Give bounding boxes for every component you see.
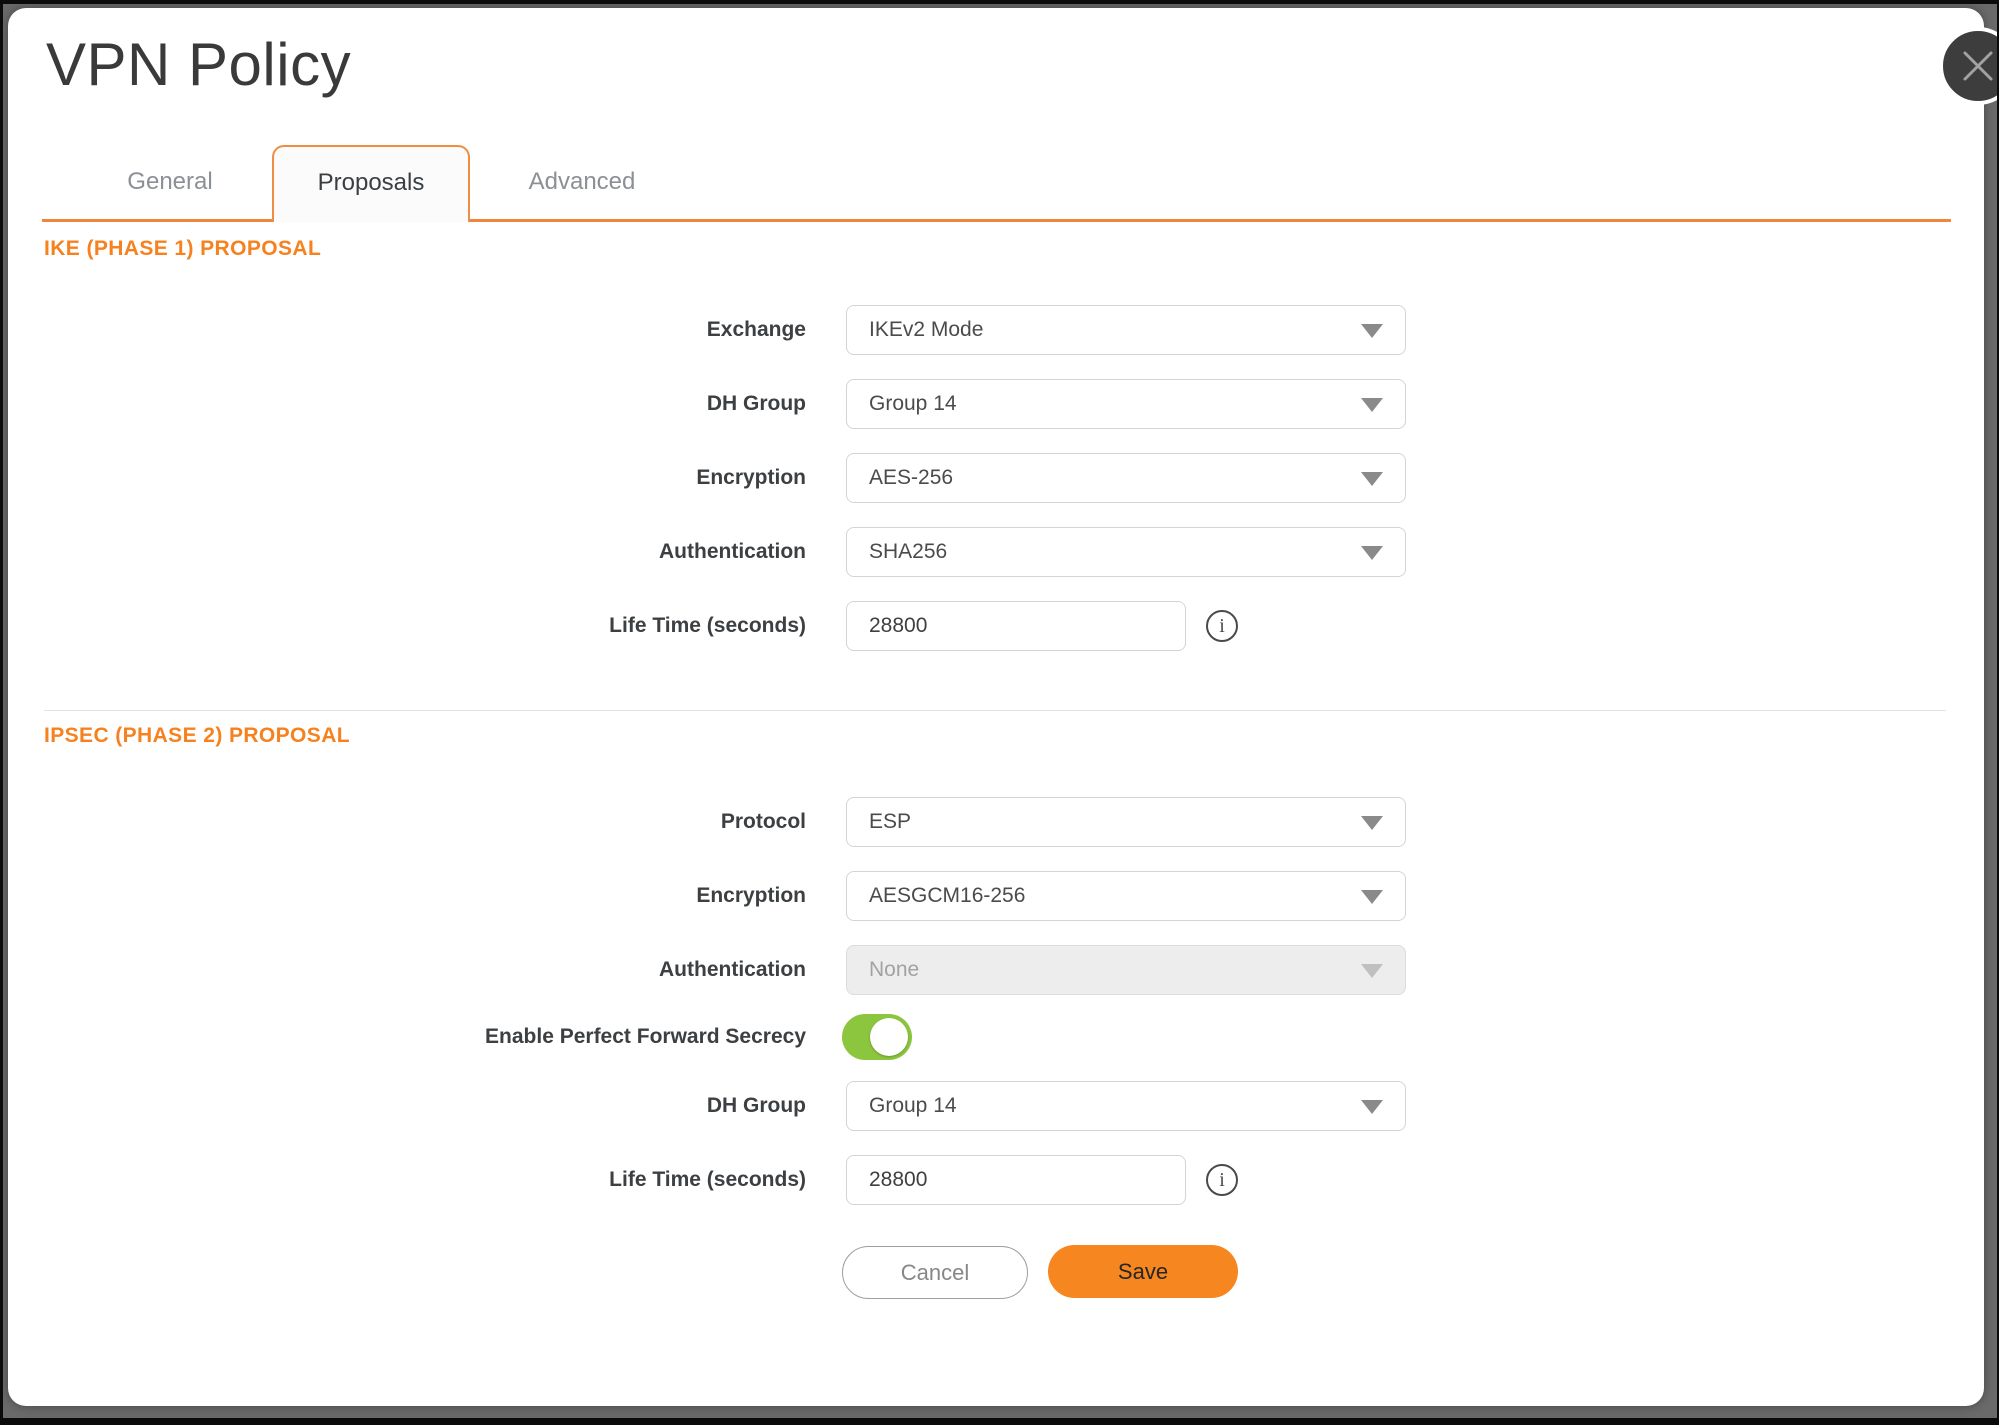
life-time2-row: Life Time (seconds) i <box>8 1155 1984 1205</box>
info-icon-glyph: i <box>1219 1170 1225 1190</box>
screen-edge-top <box>0 0 1999 4</box>
protocol-value: ESP <box>869 810 911 834</box>
dh-group2-select[interactable]: Group 14 <box>846 1081 1406 1131</box>
section-divider <box>44 710 1946 711</box>
chevron-down-icon <box>1361 398 1383 412</box>
life-time-input[interactable] <box>846 601 1186 651</box>
phase1-section-heading: IKE (PHASE 1) PROPOSAL <box>44 237 321 261</box>
save-button[interactable]: Save <box>1048 1245 1238 1298</box>
encryption-label: Encryption <box>236 453 806 503</box>
protocol-label: Protocol <box>236 797 806 847</box>
dh-group2-row: DH Group Group 14 <box>8 1081 1984 1131</box>
page-title: VPN Policy <box>46 30 351 99</box>
authentication2-select-disabled: None <box>846 945 1406 995</box>
encryption2-select[interactable]: AESGCM16-256 <box>846 871 1406 921</box>
authentication-select[interactable]: SHA256 <box>846 527 1406 577</box>
cancel-button[interactable]: Cancel <box>842 1246 1028 1299</box>
dh-group-select[interactable]: Group 14 <box>846 379 1406 429</box>
life-time-label: Life Time (seconds) <box>236 601 806 651</box>
dh-group-row: DH Group Group 14 <box>8 379 1984 429</box>
exchange-row: Exchange IKEv2 Mode <box>8 305 1984 355</box>
vpn-policy-dialog: VPN Policy General Proposals Advanced IK… <box>8 8 1984 1406</box>
exchange-select[interactable]: IKEv2 Mode <box>846 305 1406 355</box>
chevron-down-icon <box>1361 964 1383 978</box>
info-icon-glyph: i <box>1219 616 1225 636</box>
pfs-toggle[interactable] <box>842 1014 912 1060</box>
life-time2-input[interactable] <box>846 1155 1186 1205</box>
phase2-section-heading: IPSEC (PHASE 2) PROPOSAL <box>44 724 350 748</box>
authentication2-value: None <box>869 958 919 982</box>
life-time-row: Life Time (seconds) i <box>8 601 1984 651</box>
authentication-row: Authentication SHA256 <box>8 527 1984 577</box>
encryption-value: AES-256 <box>869 466 953 490</box>
authentication2-label: Authentication <box>236 945 806 995</box>
dh-group2-label: DH Group <box>236 1081 806 1131</box>
encryption-row: Encryption AES-256 <box>8 453 1984 503</box>
desktop-background: { "dialog": { "title": "VPN Policy" }, "… <box>0 0 1999 1425</box>
tab-proposals[interactable]: Proposals <box>272 145 470 222</box>
info-icon[interactable]: i <box>1206 1164 1238 1196</box>
protocol-select[interactable]: ESP <box>846 797 1406 847</box>
screen-edge-bottom <box>0 1418 1999 1425</box>
tab-bar: General Proposals Advanced <box>42 145 1951 222</box>
info-icon[interactable]: i <box>1206 610 1238 642</box>
chevron-down-icon <box>1361 1100 1383 1114</box>
dh-group-value: Group 14 <box>869 392 957 416</box>
exchange-label: Exchange <box>236 305 806 355</box>
close-icon <box>1961 49 1995 83</box>
chevron-down-icon <box>1361 324 1383 338</box>
encryption-select[interactable]: AES-256 <box>846 453 1406 503</box>
chevron-down-icon <box>1361 816 1383 830</box>
dh-group-label: DH Group <box>236 379 806 429</box>
encryption2-value: AESGCM16-256 <box>869 884 1025 908</box>
protocol-row: Protocol ESP <box>8 797 1984 847</box>
encryption2-row: Encryption AESGCM16-256 <box>8 871 1984 921</box>
authentication2-row: Authentication None <box>8 945 1984 995</box>
dh-group2-value: Group 14 <box>869 1094 957 1118</box>
authentication-label: Authentication <box>236 527 806 577</box>
pfs-label: Enable Perfect Forward Secrecy <box>236 1014 806 1060</box>
tab-advanced[interactable]: Advanced <box>482 145 682 219</box>
screen-edge-left <box>0 0 3 1425</box>
chevron-down-icon <box>1361 890 1383 904</box>
pfs-row: Enable Perfect Forward Secrecy <box>8 1014 1984 1060</box>
tab-general[interactable]: General <box>80 145 260 219</box>
chevron-down-icon <box>1361 472 1383 486</box>
authentication-value: SHA256 <box>869 540 947 564</box>
life-time2-label: Life Time (seconds) <box>236 1155 806 1205</box>
exchange-value: IKEv2 Mode <box>869 318 983 342</box>
chevron-down-icon <box>1361 546 1383 560</box>
toggle-knob <box>870 1018 908 1056</box>
encryption2-label: Encryption <box>236 871 806 921</box>
